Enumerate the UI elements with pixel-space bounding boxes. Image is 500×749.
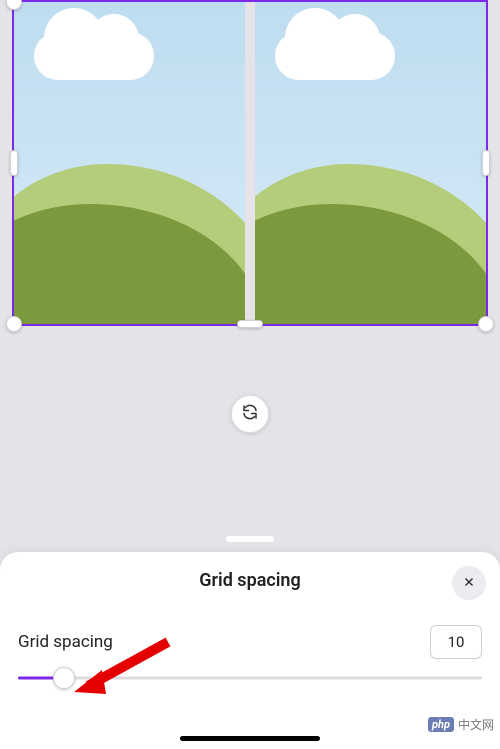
sheet-drag-handle[interactable] — [226, 536, 274, 542]
resize-handle-left[interactable] — [10, 150, 18, 176]
control-label: Grid spacing — [18, 632, 113, 652]
slider-thumb[interactable] — [53, 667, 75, 689]
sheet-header: Grid spacing — [18, 570, 482, 591]
watermark-badge: php — [428, 717, 454, 732]
canvas-area[interactable] — [12, 0, 488, 326]
refresh-icon — [241, 403, 259, 425]
resize-handle-bottom-right[interactable] — [478, 316, 494, 332]
watermark-text: 中文网 — [458, 716, 494, 733]
home-indicator — [180, 736, 320, 741]
swap-button[interactable] — [231, 395, 269, 433]
grid-cell[interactable] — [14, 2, 245, 324]
grid-spacing-slider[interactable] — [18, 663, 482, 693]
close-icon — [462, 574, 476, 593]
sheet-title: Grid spacing — [18, 570, 482, 591]
resize-handle-bottom[interactable] — [237, 320, 263, 328]
grid-spacing-value-input[interactable]: 10 — [430, 625, 482, 659]
image-grid-selection[interactable] — [12, 0, 488, 326]
resize-handle-bottom-left[interactable] — [6, 316, 22, 332]
cloud-shape — [275, 32, 395, 80]
resize-handle-right[interactable] — [482, 150, 490, 176]
grid-spacing-sheet: Grid spacing Grid spacing 10 — [0, 552, 500, 749]
grid-spacing-control: Grid spacing 10 — [18, 625, 482, 659]
watermark: php 中文网 — [428, 716, 494, 733]
grid-cell[interactable] — [255, 2, 486, 324]
cloud-shape — [34, 32, 154, 80]
close-button[interactable] — [452, 566, 486, 600]
slider-track — [18, 677, 482, 680]
